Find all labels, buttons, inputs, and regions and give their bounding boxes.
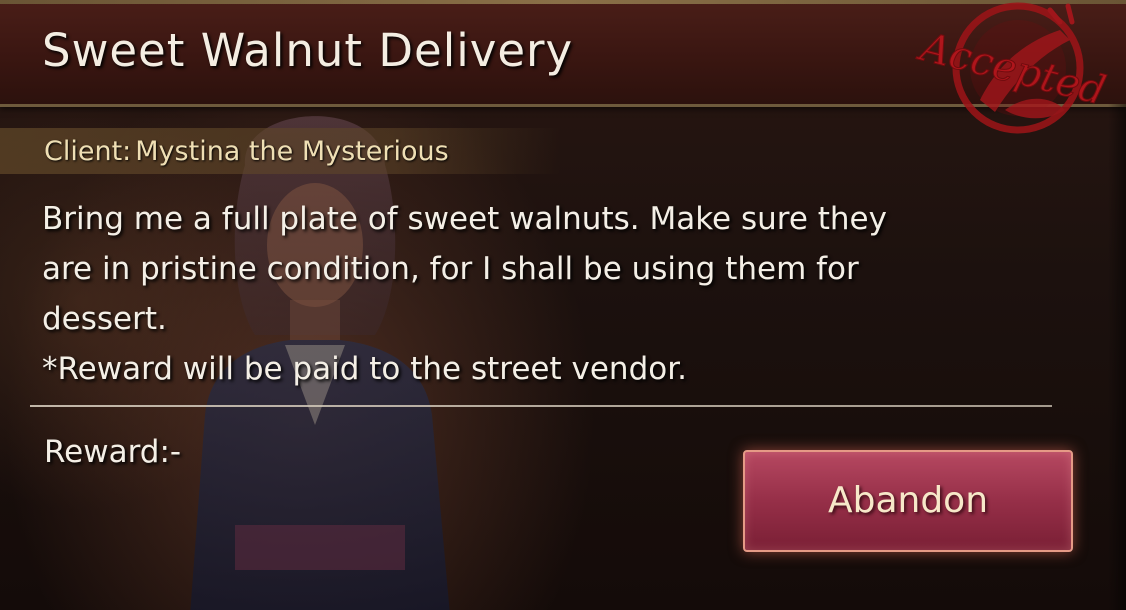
client-label: Client: <box>44 136 132 167</box>
panel-edge <box>1108 104 1126 610</box>
quest-title: Sweet Walnut Delivery <box>42 24 574 77</box>
description-line: are in pristine condition, for I shall b… <box>42 251 859 287</box>
description-line: dessert. <box>42 301 167 337</box>
accepted-stamp-icon: Accepted <box>912 2 1111 134</box>
quest-panel: Sweet Walnut Delivery Accepted Client: My… <box>0 0 1126 610</box>
reward-value: - <box>169 434 182 470</box>
reward-label: Reward: <box>44 434 170 470</box>
client-name: Mystina the Mysterious <box>135 136 449 167</box>
client-line: Client: Mystina the Mysterious <box>44 136 449 167</box>
divider <box>30 405 1052 407</box>
description-line: Bring me a full plate of sweet walnuts. … <box>42 201 887 237</box>
reward-line: Reward:- <box>44 434 181 470</box>
quest-description: Bring me a full plate of sweet walnuts. … <box>42 194 1052 394</box>
abandon-button[interactable]: Abandon <box>743 450 1073 552</box>
description-line: *Reward will be paid to the street vendo… <box>42 351 687 387</box>
